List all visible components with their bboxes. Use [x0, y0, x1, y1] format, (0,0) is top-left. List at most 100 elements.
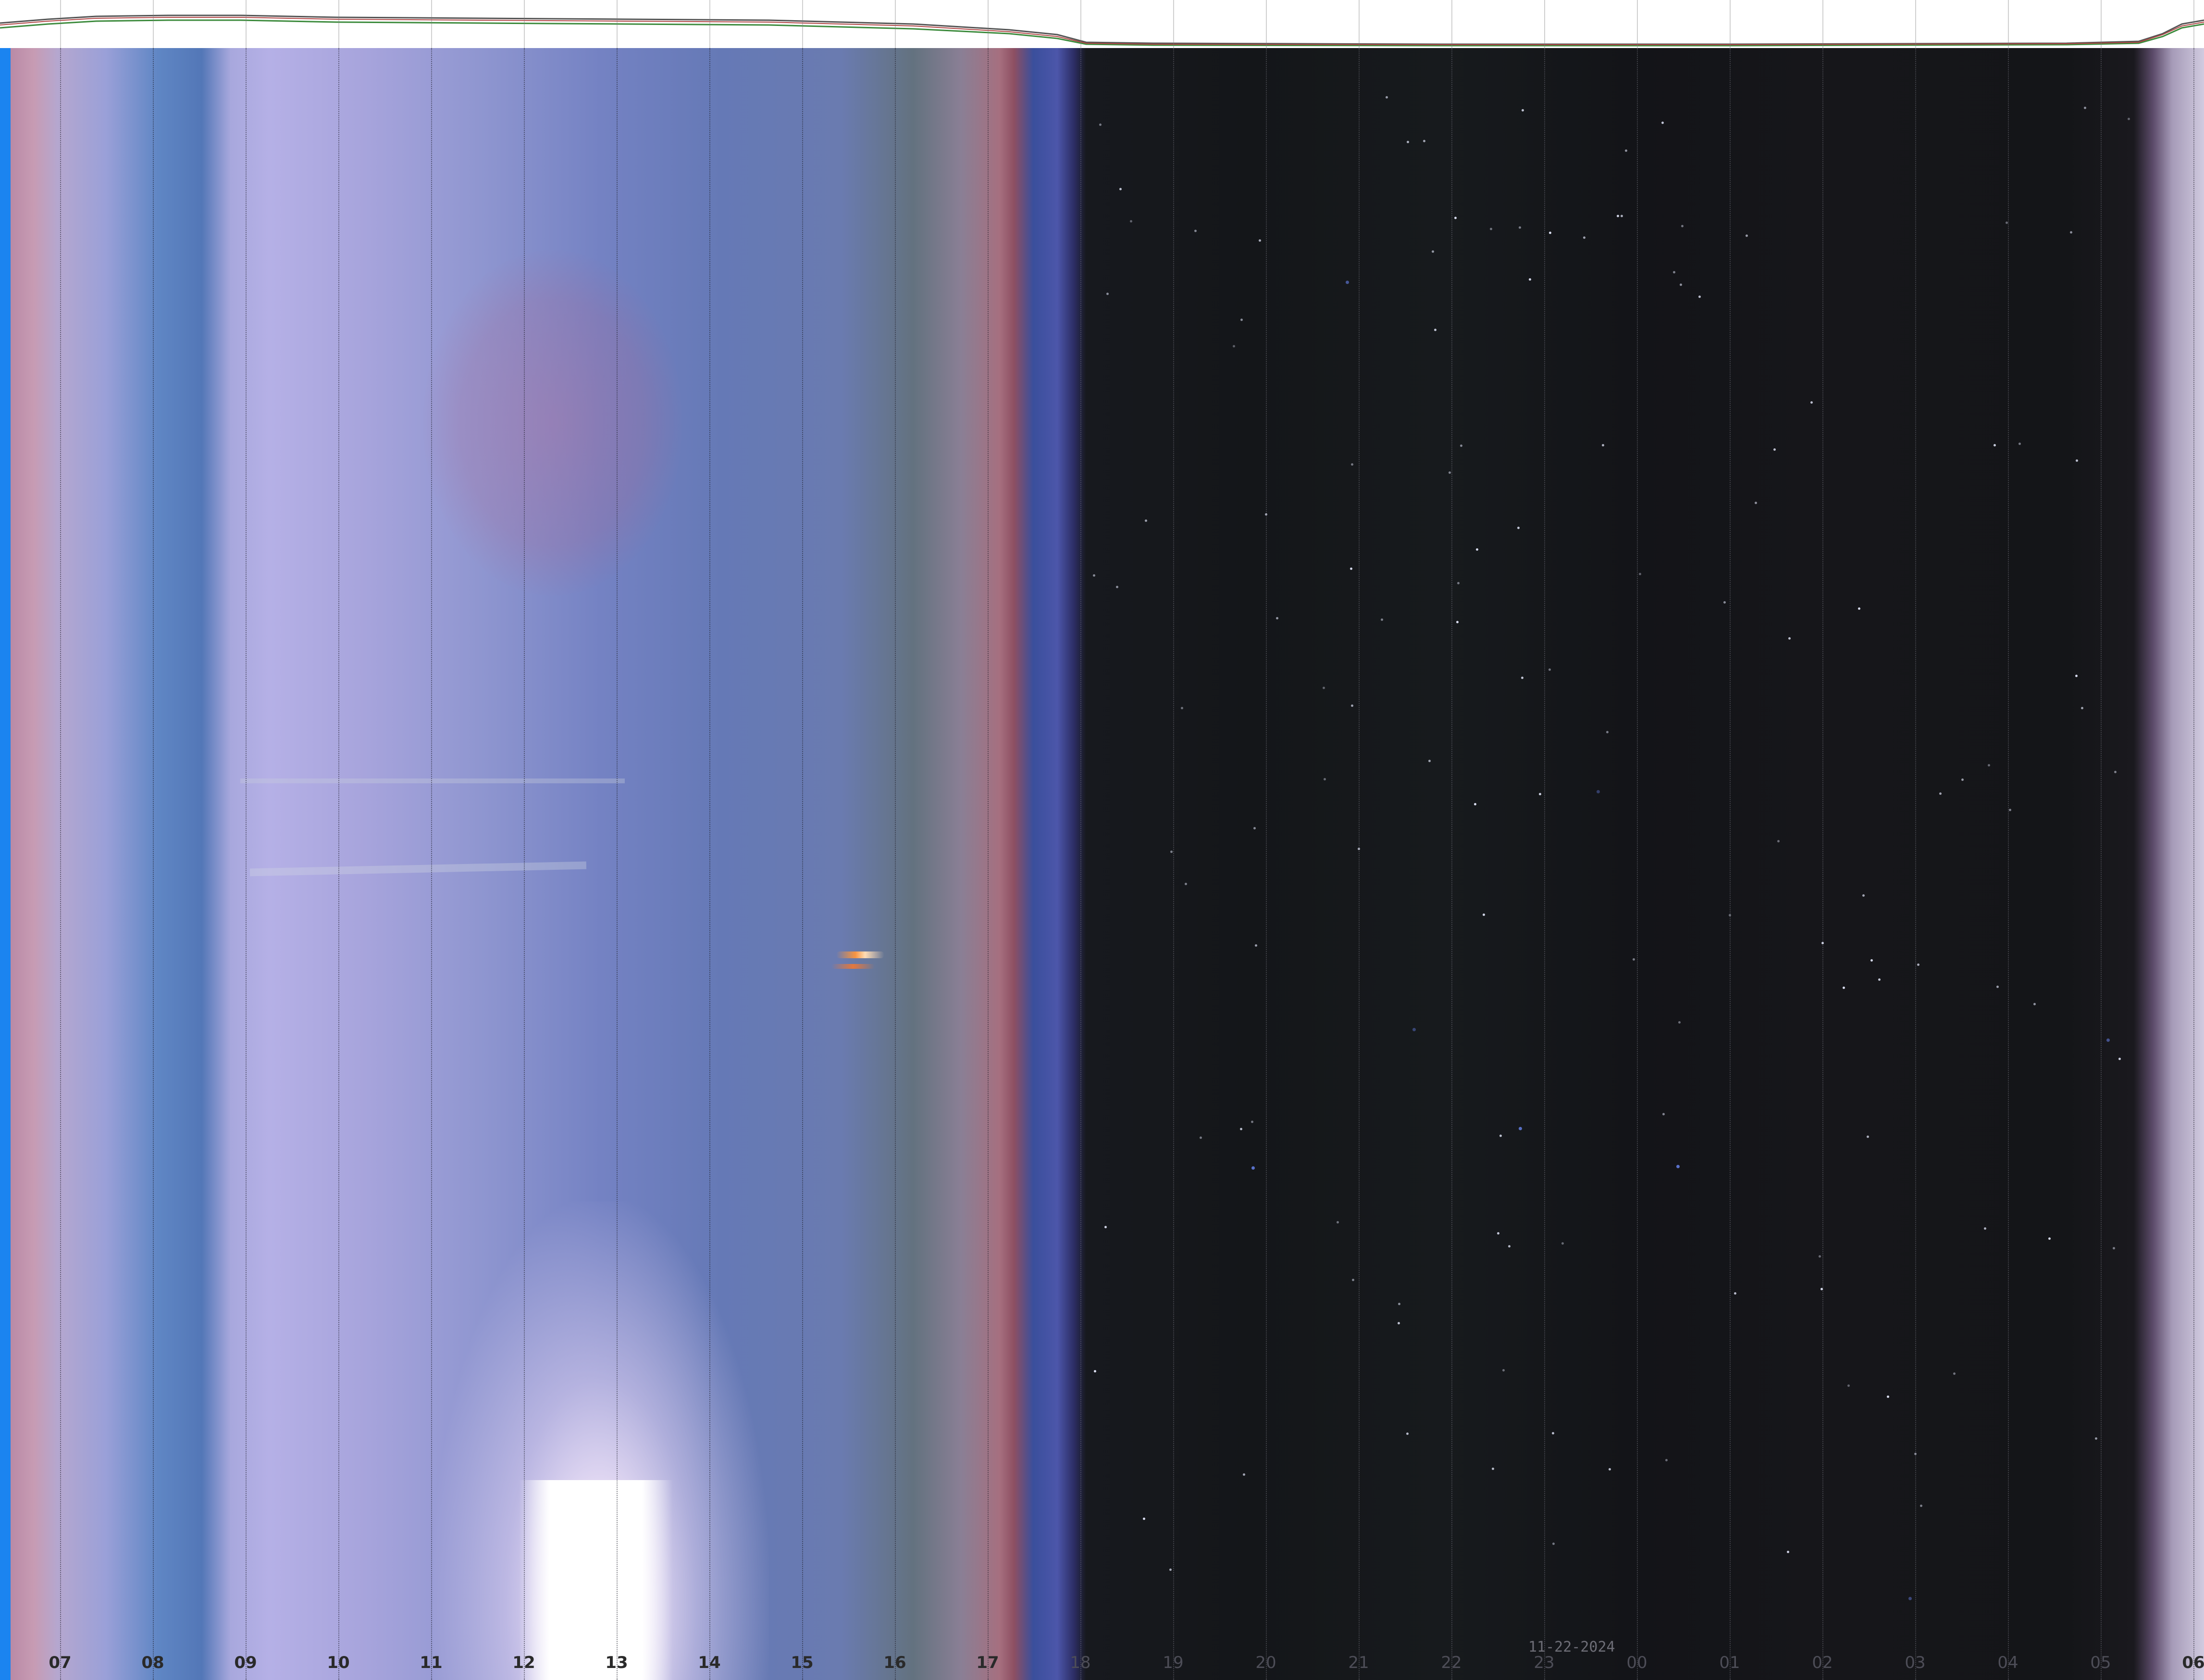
star	[1412, 1027, 1416, 1031]
star	[1961, 778, 1964, 781]
graph-hour-line-09	[246, 0, 247, 48]
hour-line-03	[1915, 48, 1916, 1680]
star	[1431, 250, 1434, 253]
star	[1482, 913, 1485, 916]
star	[1625, 149, 1628, 152]
star	[1953, 1372, 1956, 1375]
hour-label-05: 05	[2090, 1653, 2111, 1672]
star	[2076, 459, 2079, 462]
star	[1398, 1322, 1400, 1325]
star	[1616, 215, 1619, 218]
graph-hour-line-02	[1822, 0, 1823, 48]
graph-hour-line-16	[895, 0, 896, 48]
star	[1788, 637, 1791, 640]
star	[1866, 1135, 1869, 1138]
star	[1460, 445, 1463, 447]
hour-label-20: 20	[1255, 1653, 1276, 1672]
graph-hour-line-20	[1266, 0, 1267, 48]
hour-label-19: 19	[1163, 1653, 1184, 1672]
hour-label-07: 07	[49, 1653, 72, 1672]
star	[1681, 224, 1684, 227]
star	[2094, 1437, 2097, 1440]
star	[1454, 216, 1457, 219]
glare-streak	[240, 778, 625, 783]
hour-label-15: 15	[791, 1653, 814, 1672]
star	[1323, 686, 1325, 689]
star	[1597, 790, 1600, 794]
hour-line-05	[2101, 48, 2102, 1680]
date-label: 11-22-2024	[1528, 1639, 1615, 1655]
star	[2048, 1237, 2051, 1240]
star	[1240, 319, 1243, 321]
star	[1621, 215, 1623, 218]
star	[1337, 1221, 1339, 1223]
star	[1449, 471, 1451, 474]
star	[1489, 228, 1492, 231]
hour-line-11	[431, 48, 432, 1680]
star	[1200, 1136, 1202, 1139]
hour-line-01	[1730, 48, 1731, 1680]
orange-light-streak	[831, 964, 875, 969]
graph-hour-line-21	[1359, 0, 1360, 48]
star	[1862, 894, 1865, 897]
star	[1601, 444, 1604, 447]
star	[1406, 140, 1409, 143]
star	[2118, 1057, 2121, 1060]
hour-label-16: 16	[883, 1653, 906, 1672]
star	[2127, 117, 2130, 120]
graph-hour-line-12	[524, 0, 525, 48]
star	[1777, 840, 1780, 842]
star	[1243, 1473, 1246, 1476]
hour-label-01: 01	[1719, 1653, 1740, 1672]
star	[1548, 231, 1551, 234]
star	[1754, 502, 1757, 505]
star	[1818, 1255, 1821, 1258]
star	[1821, 942, 1824, 945]
graph-hour-line-17	[988, 0, 989, 48]
star	[1497, 1232, 1500, 1235]
graph-hour-line-22	[1451, 0, 1452, 48]
star	[1351, 1279, 1354, 1282]
star	[1474, 803, 1477, 805]
hour-line-07	[60, 48, 61, 1680]
hour-line-21	[1359, 48, 1360, 1680]
star	[1914, 1453, 1917, 1456]
graph-hour-line-00	[1637, 0, 1638, 48]
star	[1492, 1467, 1495, 1470]
star	[1253, 827, 1256, 829]
star	[1104, 1226, 1107, 1229]
star	[1517, 526, 1520, 529]
star	[1519, 1126, 1523, 1130]
brightness-graph-lines	[0, 14, 2204, 47]
star	[1258, 239, 1261, 242]
star	[1143, 1518, 1146, 1520]
star	[1552, 1543, 1555, 1545]
star	[1988, 764, 1991, 766]
graph-hour-line-01	[1730, 0, 1731, 48]
hour-line-02	[1822, 48, 1823, 1680]
hour-label-06: 06	[2182, 1653, 2204, 1672]
star	[1920, 1505, 1923, 1507]
star	[1169, 1569, 1172, 1571]
star	[1350, 568, 1353, 570]
star	[1502, 1369, 1505, 1372]
star	[1548, 668, 1551, 671]
hour-line-15	[802, 48, 803, 1680]
star	[1857, 607, 1860, 610]
star	[1847, 1384, 1850, 1387]
hour-label-09: 09	[234, 1653, 257, 1672]
hour-line-22	[1451, 48, 1452, 1680]
star	[1939, 792, 1942, 795]
star	[2083, 107, 2086, 110]
star	[1406, 1433, 1409, 1435]
star	[1733, 1292, 1736, 1295]
hour-label-23: 23	[1534, 1653, 1555, 1672]
hour-label-08: 08	[141, 1653, 164, 1672]
star	[1251, 1166, 1255, 1170]
star	[1561, 1242, 1564, 1245]
star	[1345, 281, 1349, 284]
hour-line-16	[895, 48, 896, 1680]
star	[1678, 1021, 1681, 1024]
star	[1676, 1164, 1680, 1168]
star	[1878, 978, 1881, 981]
